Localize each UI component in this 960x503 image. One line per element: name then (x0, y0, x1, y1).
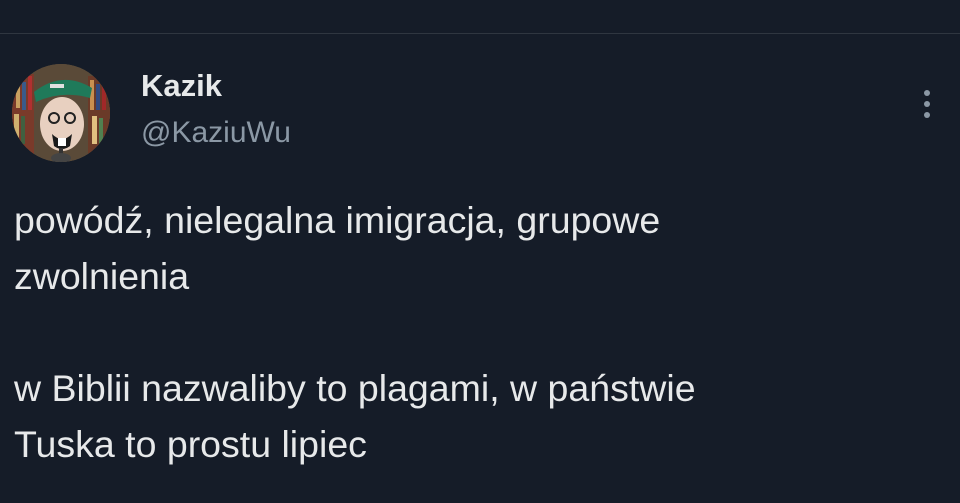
avatar-image (12, 64, 110, 162)
vertical-ellipsis-icon (924, 90, 930, 96)
vertical-ellipsis-icon (924, 101, 930, 107)
user-handle[interactable]: @KaziuWu (141, 114, 291, 152)
tweet-text: powódź, nielegalna imigracja, grupowe zw… (14, 199, 696, 465)
tweet[interactable]: Kazik @KaziuWu powódź, nielegalna imigra… (0, 34, 960, 503)
more-options-button[interactable] (910, 84, 944, 124)
vertical-ellipsis-icon (924, 112, 930, 118)
display-name[interactable]: Kazik (141, 67, 222, 105)
avatar[interactable] (12, 64, 110, 162)
